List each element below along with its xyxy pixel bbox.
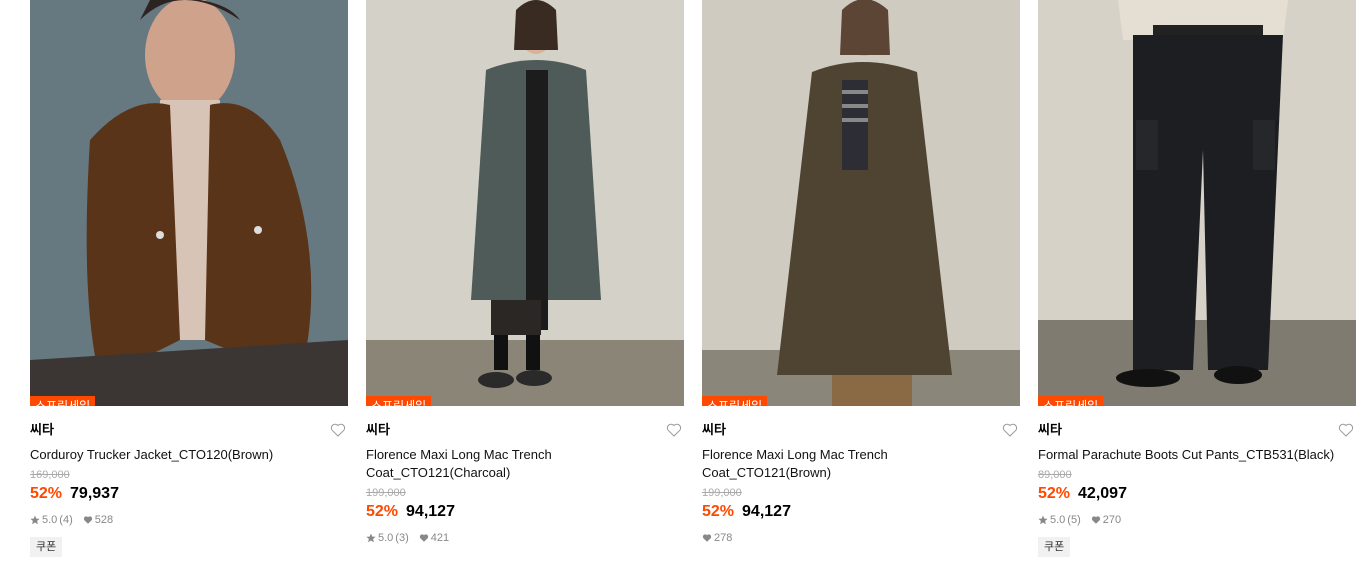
rating: 5.0 (4) <box>30 514 73 526</box>
likes: 421 <box>419 532 449 544</box>
star-icon <box>1038 515 1048 525</box>
heart-icon <box>702 534 712 542</box>
original-price: 89,000 <box>1038 469 1072 481</box>
product-meta: 5.0 (3) 421 <box>366 531 684 545</box>
product-photo <box>1038 0 1356 406</box>
like-count: 421 <box>430 532 450 544</box>
review-count: (4) <box>59 514 73 526</box>
discount-rate: 52% <box>366 503 399 520</box>
discount-rate: 52% <box>1038 485 1071 502</box>
likes: 278 <box>702 532 732 544</box>
star-icon <box>30 515 40 525</box>
product-image[interactable]: 스프링세일 <box>366 0 684 406</box>
sale-price: 79,937 <box>70 485 119 502</box>
product-image[interactable]: 스프링세일 <box>702 0 1020 406</box>
brand-name[interactable]: 씨타 <box>1038 422 1356 438</box>
sale-badge: 스프링세일 <box>702 396 768 406</box>
review-count: (3) <box>395 532 409 544</box>
product-meta: 5.0 (4) 528 <box>30 513 348 527</box>
product-card[interactable]: 스프링세일 씨타 Florence Maxi Long Mac Trench C… <box>702 0 1020 557</box>
wishlist-heart-icon[interactable] <box>1002 422 1018 438</box>
heart-icon <box>419 534 428 542</box>
original-price: 199,000 <box>366 487 406 499</box>
product-image[interactable]: 스프링세일 <box>30 0 348 406</box>
wishlist-heart-icon[interactable] <box>666 422 682 438</box>
product-image[interactable]: 스프링세일 <box>1038 0 1356 406</box>
discount-rate: 52% <box>30 485 63 502</box>
original-price: 169,000 <box>30 469 70 481</box>
brand-row: 씨타 <box>366 422 684 446</box>
product-photo <box>30 0 348 406</box>
product-meta: 278 <box>702 531 1020 545</box>
sale-price: 94,127 <box>406 503 455 520</box>
sale-badge: 스프링세일 <box>366 396 432 406</box>
heart-icon <box>83 516 92 524</box>
brand-name[interactable]: 씨타 <box>366 422 684 438</box>
product-name[interactable]: Formal Parachute Boots Cut Pants_CTB531(… <box>1038 446 1356 464</box>
price-row: 52% 94,127 <box>702 503 1020 521</box>
price-row: 52% 79,937 <box>30 485 348 503</box>
product-grid: 스프링세일 씨타 Corduroy Trucker Jacket_CTO120(… <box>30 0 1356 557</box>
product-name[interactable]: Florence Maxi Long Mac Trench Coat_CTO12… <box>702 446 1020 482</box>
product-photo <box>702 0 1020 406</box>
coupon-tag: 쿠폰 <box>30 537 63 557</box>
heart-icon <box>1091 516 1100 524</box>
product-name[interactable]: Florence Maxi Long Mac Trench Coat_CTO12… <box>366 446 684 482</box>
rating: 5.0 (5) <box>1038 514 1081 526</box>
rating-value: 5.0 <box>1050 514 1066 526</box>
sale-badge: 스프링세일 <box>30 396 96 406</box>
review-count: (5) <box>1067 514 1081 526</box>
sale-price: 42,097 <box>1078 485 1127 502</box>
like-count: 278 <box>714 532 733 544</box>
price-row: 52% 42,097 <box>1038 485 1356 503</box>
sale-badge: 스프링세일 <box>1038 396 1104 406</box>
coupon-tag: 쿠폰 <box>1038 537 1071 557</box>
wishlist-heart-icon[interactable] <box>330 422 346 438</box>
price-row: 52% 94,127 <box>366 503 684 521</box>
star-icon <box>366 533 376 543</box>
rating-value: 5.0 <box>378 532 394 544</box>
brand-row: 씨타 <box>1038 422 1356 446</box>
discount-rate: 52% <box>702 503 735 520</box>
sale-price: 94,127 <box>742 503 791 520</box>
original-price: 199,000 <box>702 487 742 499</box>
rating-value: 5.0 <box>42 514 58 526</box>
likes: 528 <box>83 514 113 526</box>
brand-row: 씨타 <box>702 422 1020 446</box>
product-name[interactable]: Corduroy Trucker Jacket_CTO120(Brown) <box>30 446 348 464</box>
product-photo <box>366 0 684 406</box>
like-count: 528 <box>94 514 114 526</box>
brand-row: 씨타 <box>30 422 348 446</box>
product-card[interactable]: 스프링세일 씨타 Florence Maxi Long Mac Trench C… <box>366 0 684 557</box>
likes: 270 <box>1091 514 1121 526</box>
product-card[interactable]: 스프링세일 씨타 Corduroy Trucker Jacket_CTO120(… <box>30 0 348 557</box>
brand-name[interactable]: 씨타 <box>702 422 1020 438</box>
product-card[interactable]: 스프링세일 씨타 Formal Parachute Boots Cut Pant… <box>1038 0 1356 557</box>
rating: 5.0 (3) <box>366 532 409 544</box>
wishlist-heart-icon[interactable] <box>1338 422 1354 438</box>
brand-name[interactable]: 씨타 <box>30 422 348 438</box>
like-count: 270 <box>1102 514 1122 526</box>
product-meta: 5.0 (5) 270 <box>1038 513 1356 527</box>
